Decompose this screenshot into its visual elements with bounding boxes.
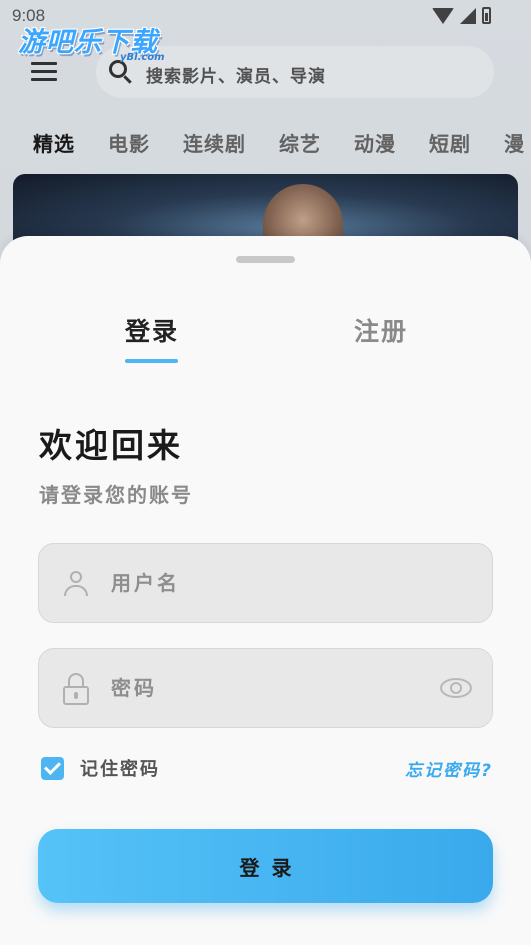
tab-indicator	[125, 359, 178, 363]
password-input[interactable]	[111, 649, 431, 727]
lock-icon	[63, 673, 89, 705]
password-field[interactable]	[38, 648, 493, 728]
watermark-logo-sub: yBl.com	[120, 52, 165, 63]
remember-label[interactable]: 记住密码	[80, 755, 160, 781]
login-button[interactable]: 登录	[38, 829, 493, 903]
forgot-password-link[interactable]: 忘记密码?	[405, 756, 493, 781]
eye-icon[interactable]	[440, 676, 472, 698]
drag-handle[interactable]	[236, 256, 295, 263]
user-icon	[63, 571, 89, 597]
welcome-subtitle: 请登录您的账号	[39, 483, 193, 507]
login-button-label: 登录	[239, 857, 304, 880]
username-field[interactable]	[38, 543, 493, 623]
login-sheet: 登录 注册 欢迎回来 请登录您的账号 记住密码 忘记密码? 登录	[0, 236, 531, 945]
username-input[interactable]	[111, 544, 431, 622]
remember-checkbox[interactable]	[41, 756, 64, 780]
remember-row[interactable]: 记住密码	[41, 755, 160, 781]
tab-login[interactable]: 登录	[125, 312, 179, 348]
welcome-title: 欢迎回来	[39, 426, 183, 465]
tab-register[interactable]: 注册	[354, 312, 408, 348]
